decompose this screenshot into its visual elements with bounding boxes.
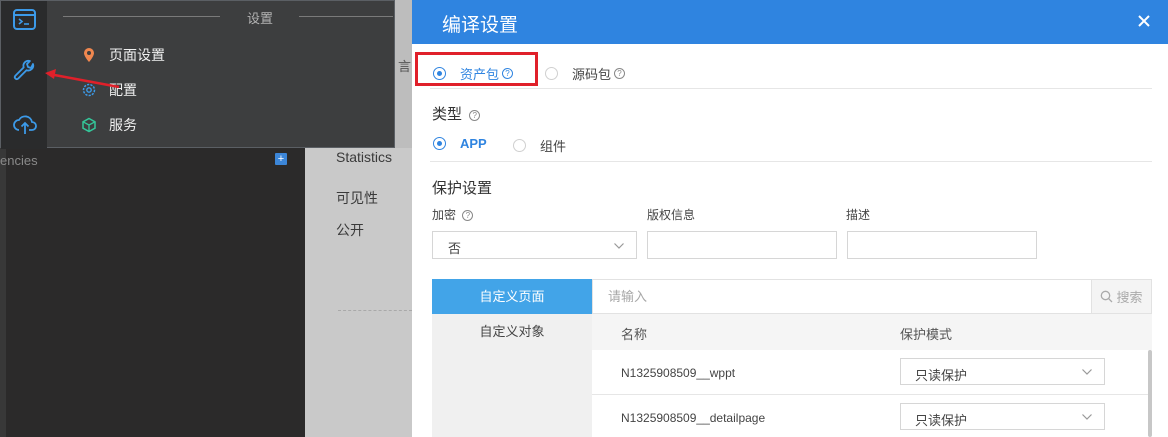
source-package-radio[interactable]: 源码包 ?: [545, 64, 626, 83]
table-scrollbar[interactable]: [1148, 350, 1152, 437]
tab-custom-pages[interactable]: 自定义页面: [432, 279, 592, 314]
visibility-value: 公开: [336, 222, 364, 238]
compile-settings-dialog: 编译设置 资产包 ? 源码包 ? 类型 ? APP 组件 保护设置 加密 ? 版…: [412, 0, 1168, 437]
chevron-down-icon: [1082, 414, 1092, 420]
radio-dot: [545, 67, 558, 80]
visibility-label: 可见性: [336, 190, 378, 206]
divider: [430, 88, 1152, 89]
source-package-label: 源码包: [572, 67, 612, 82]
radio-dot: [513, 139, 526, 152]
type-component-label: 组件: [540, 139, 567, 154]
search-bar: 搜索: [592, 279, 1152, 314]
chevron-down-icon: [614, 243, 624, 249]
truncated-tab-label: 言: [398, 59, 412, 74]
statistics-label: Statistics: [336, 149, 393, 165]
encrypt-select[interactable]: 否: [432, 231, 637, 259]
content-divider: [338, 310, 412, 311]
protection-mode-value: 只读保护: [915, 413, 968, 428]
column-protection-mode: 保护模式: [900, 327, 953, 342]
help-icon[interactable]: ?: [469, 109, 481, 121]
divider: [430, 161, 1152, 162]
dialog-title: 编译设置: [442, 15, 519, 36]
column-name: 名称: [621, 327, 648, 342]
custom-tabs: 自定义页面 自定义对象: [432, 279, 592, 437]
terminal-icon[interactable]: [12, 7, 38, 33]
search-button-label: 搜索: [1116, 290, 1143, 305]
table-row: N1325908509__detailpage 只读保护: [592, 395, 1148, 437]
type-title: 类型: [432, 106, 463, 123]
type-app-radio[interactable]: APP: [433, 136, 487, 151]
table-row: N1325908509__wppt 只读保护: [592, 350, 1148, 395]
dependencies-label: encies: [0, 153, 38, 168]
wrench-icon[interactable]: [12, 59, 38, 85]
protection-title: 保护设置: [432, 180, 493, 197]
help-icon[interactable]: ?: [614, 68, 626, 79]
protection-mode-select[interactable]: 只读保护: [900, 403, 1105, 430]
encrypt-value: 否: [448, 241, 462, 256]
copyright-input[interactable]: [647, 231, 837, 259]
row-name: N1325908509__wppt: [621, 366, 736, 380]
cube-icon: [81, 117, 97, 133]
popover-header: 设置: [63, 7, 393, 26]
cloud-upload-icon[interactable]: [12, 111, 38, 137]
settings-popover: 设置 页面设置 配置 服务: [0, 0, 395, 149]
close-icon[interactable]: [1135, 12, 1153, 30]
tab-custom-objects[interactable]: 自定义对象: [432, 314, 592, 349]
search-button[interactable]: 搜索: [1091, 280, 1151, 313]
type-component-radio[interactable]: 组件: [513, 136, 566, 155]
menu-item-services[interactable]: 服务: [81, 114, 137, 136]
type-section-title: 类型 ?: [432, 103, 481, 124]
popover-title: 设置: [247, 11, 274, 26]
row-name: N1325908509__detailpage: [621, 411, 766, 425]
encrypt-label-wrap: 加密 ?: [432, 206, 474, 223]
sidebar-strip: [0, 148, 6, 437]
radio-dot: [433, 137, 446, 150]
protection-mode-select[interactable]: 只读保护: [900, 358, 1105, 385]
highlight-box: [415, 52, 538, 86]
copyright-label: 版权信息: [647, 208, 696, 222]
annotation-arrow: [45, 69, 120, 89]
description-label: 描述: [846, 208, 871, 222]
menu-item-label: 服务: [109, 117, 137, 133]
dialog-header: 编译设置: [412, 0, 1168, 44]
add-dependency-button[interactable]: +: [275, 153, 287, 165]
description-input[interactable]: [847, 231, 1037, 259]
protection-mode-value: 只读保护: [915, 368, 968, 383]
chevron-down-icon: [1082, 369, 1092, 375]
table-header: 名称 保护模式: [592, 314, 1152, 350]
help-icon[interactable]: ?: [462, 210, 474, 222]
search-icon: [1101, 290, 1113, 303]
type-app-label: APP: [460, 136, 487, 151]
search-input[interactable]: [593, 280, 1091, 313]
encrypt-label: 加密: [432, 208, 457, 222]
